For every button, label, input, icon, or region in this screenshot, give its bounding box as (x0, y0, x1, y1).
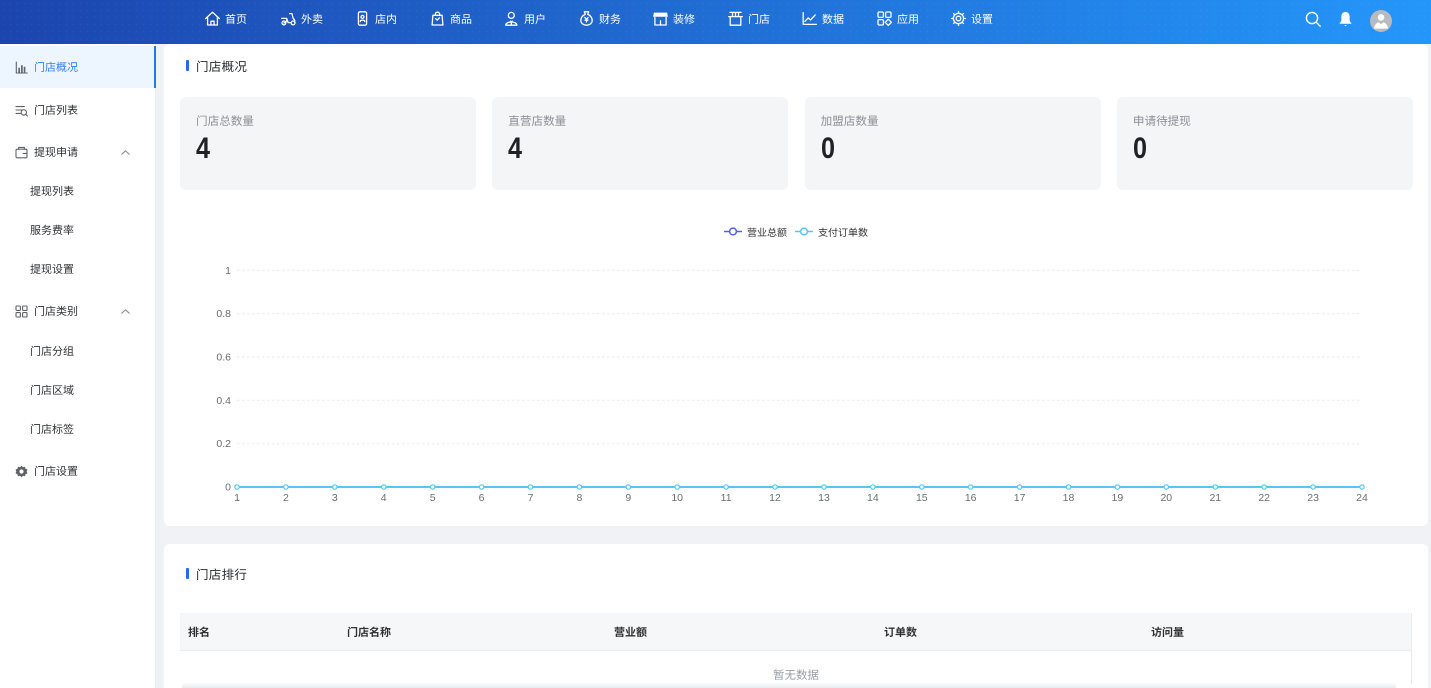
svg-text:0.2: 0.2 (216, 438, 231, 450)
svg-text:17: 17 (1014, 492, 1026, 504)
svg-text:9: 9 (625, 492, 631, 504)
svg-text:4: 4 (381, 492, 387, 504)
svg-text:3: 3 (332, 492, 338, 504)
svg-text:21: 21 (1209, 492, 1221, 504)
svg-text:12: 12 (769, 492, 781, 504)
svg-text:0.6: 0.6 (216, 352, 231, 364)
svg-text:7: 7 (528, 492, 534, 504)
svg-text:16: 16 (965, 492, 977, 504)
svg-text:1: 1 (225, 265, 231, 277)
svg-text:5: 5 (430, 492, 436, 504)
svg-text:2: 2 (283, 492, 289, 504)
svg-text:23: 23 (1307, 492, 1319, 504)
svg-text:14: 14 (867, 492, 879, 504)
svg-text:15: 15 (916, 492, 928, 504)
svg-text:0: 0 (225, 482, 231, 494)
svg-text:19: 19 (1112, 492, 1124, 504)
svg-text:20: 20 (1160, 492, 1172, 504)
svg-text:22: 22 (1258, 492, 1270, 504)
svg-text:0.8: 0.8 (216, 308, 231, 320)
svg-text:0.4: 0.4 (216, 395, 231, 407)
svg-text:18: 18 (1063, 492, 1075, 504)
svg-text:13: 13 (818, 492, 830, 504)
svg-text:8: 8 (576, 492, 582, 504)
svg-text:11: 11 (721, 492, 732, 504)
svg-text:24: 24 (1356, 492, 1368, 504)
svg-text:6: 6 (479, 492, 485, 504)
svg-text:1: 1 (234, 492, 240, 504)
svg-text:10: 10 (671, 492, 683, 504)
